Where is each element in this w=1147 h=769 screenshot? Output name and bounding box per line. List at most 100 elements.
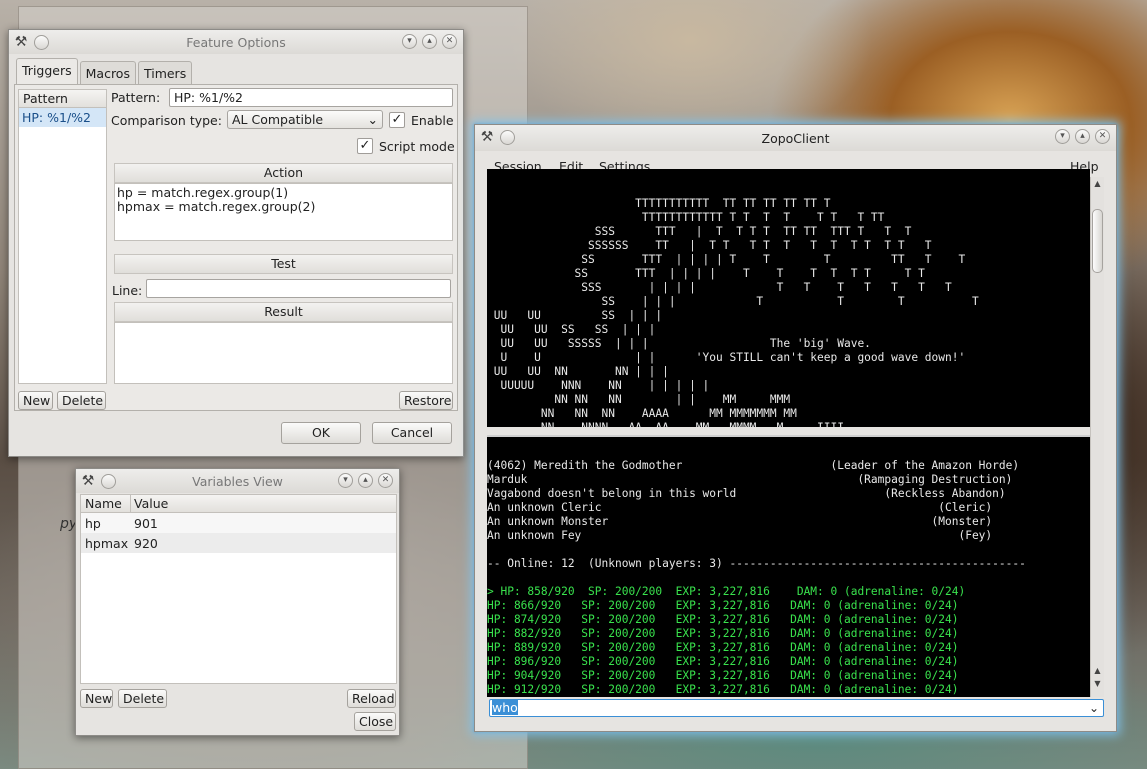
tools-icon[interactable]: ⚒ — [13, 34, 29, 50]
window-title: Feature Options — [186, 34, 286, 50]
terminal-line: UU UU NN NN | | | — [487, 365, 669, 378]
list-item[interactable]: HP: %1/%2 — [19, 108, 106, 127]
minimize-button[interactable]: ▾ — [402, 34, 417, 49]
action-line: hpmax = match.regex.group(2) — [117, 199, 316, 214]
terminal-line: UU UU SS SS | | | — [487, 323, 656, 336]
terminal-line: > HP: 858/920 SP: 200/200 EXP: 3,227,816… — [487, 585, 966, 598]
terminal-line: HP: 882/920 SP: 200/200 EXP: 3,227,816 D… — [487, 627, 959, 640]
variable-name: hp — [85, 516, 101, 531]
terminal-lower[interactable]: (4062) Meredith the Godmother (Leader of… — [487, 437, 1090, 697]
chevron-down-icon[interactable]: ⌄ — [1089, 700, 1099, 716]
terminal-line: Marduk (Rampaging Destruction) — [487, 473, 1013, 486]
reload-button[interactable]: Reload — [347, 689, 396, 708]
enable-checkbox[interactable]: ✓ — [389, 112, 405, 128]
column-divider — [130, 495, 131, 512]
window-title: ZopoClient — [761, 130, 830, 146]
pattern-input[interactable]: HP: %1/%2 — [169, 88, 453, 107]
maximize-button[interactable]: ▴ — [422, 34, 437, 49]
sticky-button[interactable] — [34, 34, 49, 50]
minimize-button[interactable]: ▾ — [338, 473, 353, 488]
terminal-line: -- Online: 12 (Unknown players: 3) -----… — [487, 557, 1026, 570]
tab-macros[interactable]: Macros — [79, 61, 136, 85]
new-button[interactable]: New — [80, 689, 113, 708]
sticky-button[interactable] — [500, 129, 515, 145]
terminal-line: HP: 904/920 SP: 200/200 EXP: 3,227,816 D… — [487, 669, 959, 682]
cancel-button[interactable]: Cancel — [372, 422, 452, 444]
scroll-up-icon[interactable]: ▲ — [1092, 665, 1103, 677]
result-header: Result — [114, 302, 453, 322]
close-button[interactable]: ✕ — [378, 473, 393, 488]
line-input[interactable] — [146, 279, 451, 298]
tools-icon[interactable]: ⚒ — [479, 129, 495, 145]
comparison-label: Comparison type: — [111, 113, 222, 128]
ok-button[interactable]: OK — [281, 422, 361, 444]
variables-view-titlebar[interactable]: ⚒ Variables View ▾ ▴ ✕ — [76, 469, 399, 493]
terminal-line: NN NN NN | | MM MMM — [487, 393, 791, 406]
table-row[interactable]: hpmax 920 — [81, 533, 396, 553]
terminal-line: An unknown Monster (Monster) — [487, 515, 993, 528]
terminal-line: U U | | 'You STILL can't keep a good wav… — [487, 351, 966, 364]
zopoclient-titlebar[interactable]: ⚒ ZopoClient ▾ ▴ ✕ — [475, 125, 1116, 151]
test-header: Test — [114, 254, 453, 274]
terminal-scrollbar[interactable]: ▲ ▲ ▼ — [1090, 177, 1104, 697]
variable-value: 901 — [134, 516, 158, 531]
delete-button[interactable]: Delete — [57, 391, 106, 410]
terminal-line: UU UU SSSSS | | | The 'big' Wave. — [487, 337, 871, 350]
terminal-upper[interactable]: TTTTTTTTTTT TT TT TT TT TT T TTTTTTTTTTT… — [487, 169, 1090, 427]
script-mode-label: Script mode — [379, 139, 455, 154]
maximize-button[interactable]: ▴ — [358, 473, 373, 488]
new-button[interactable]: New — [18, 391, 53, 410]
tab-triggers[interactable]: Triggers — [16, 58, 78, 85]
scroll-down-icon[interactable]: ▼ — [1092, 678, 1103, 690]
variables-view-window: ⚒ Variables View ▾ ▴ ✕ Name Value hp 901… — [75, 468, 400, 736]
terminal-line: SS TTT | | | | T T T T T T T T — [487, 267, 925, 280]
terminal-line: An unknown Cleric (Cleric) — [487, 501, 993, 514]
triggers-panel: Pattern HP: %1/%2 New Delete Pattern: HP… — [14, 84, 458, 411]
delete-button[interactable]: Delete — [118, 689, 167, 708]
close-button[interactable]: ✕ — [1095, 129, 1110, 144]
terminal-line: Vagabond doesn't belong in this world (R… — [487, 487, 1006, 500]
variable-name: hpmax — [85, 536, 129, 551]
close-dialog-button[interactable]: Close — [354, 712, 396, 731]
terminal-line: SSS | | | | T T T T T T T — [487, 281, 952, 294]
feature-options-titlebar[interactable]: ⚒ Feature Options ▾ ▴ ✕ — [9, 30, 463, 54]
column-name[interactable]: Name — [85, 496, 122, 511]
maximize-button[interactable]: ▴ — [1075, 129, 1090, 144]
table-header: Name Value — [81, 495, 396, 513]
terminal-line: TTTTTTTTTTTT T T T T T T T TT — [487, 211, 885, 224]
result-box — [114, 322, 453, 384]
terminal-line: TTTTTTTTTTT TT TT TT TT TT T — [487, 197, 831, 210]
trigger-list[interactable]: Pattern HP: %1/%2 — [18, 89, 107, 384]
restore-button[interactable]: Restore — [399, 391, 453, 410]
action-line: hp = match.regex.group(1) — [117, 185, 289, 200]
enable-label: Enable — [411, 113, 454, 128]
terminal-line: HP: 912/920 SP: 200/200 EXP: 3,227,816 D… — [487, 683, 959, 696]
feature-options-window: ⚒ Feature Options ▾ ▴ ✕ Triggers Macros … — [8, 29, 464, 457]
tab-timers[interactable]: Timers — [137, 61, 193, 85]
command-text: who — [492, 700, 518, 715]
zopoclient-window: ⚒ ZopoClient ▾ ▴ ✕ Session Edit Settings… — [474, 124, 1117, 732]
terminal-line: SSSSSS TT | T T T T T T T T T T T T — [487, 239, 932, 252]
action-header: Action — [114, 163, 453, 183]
scrollbar-thumb[interactable] — [1092, 209, 1103, 273]
variables-table[interactable]: Name Value hp 901 hpmax 920 — [80, 494, 397, 684]
sticky-button[interactable] — [101, 473, 116, 489]
close-button[interactable]: ✕ — [442, 34, 457, 49]
terminal-line: UUUUU NNN NN | | | | | — [487, 379, 710, 392]
command-input[interactable]: who ⌄ — [489, 699, 1104, 717]
tools-icon[interactable]: ⚒ — [80, 473, 96, 489]
window-title: Variables View — [192, 473, 283, 489]
action-editor[interactable]: hp = match.regex.group(1) hpmax = match.… — [114, 183, 453, 241]
list-header[interactable]: Pattern — [19, 90, 106, 108]
script-mode-checkbox[interactable]: ✓ — [357, 138, 373, 154]
terminal-line: SSS TTT | T T T T TT TT TTT T T T — [487, 225, 912, 238]
terminal-line: HP: 896/920 SP: 200/200 EXP: 3,227,816 D… — [487, 655, 959, 668]
comparison-select[interactable]: AL Compatible ⌄ — [227, 110, 383, 129]
terminal-line: SS | | | T T T T — [487, 295, 979, 308]
table-row[interactable]: hp 901 — [81, 513, 396, 533]
column-value[interactable]: Value — [134, 496, 168, 511]
minimize-button[interactable]: ▾ — [1055, 129, 1070, 144]
scroll-up-icon[interactable]: ▲ — [1092, 178, 1103, 190]
